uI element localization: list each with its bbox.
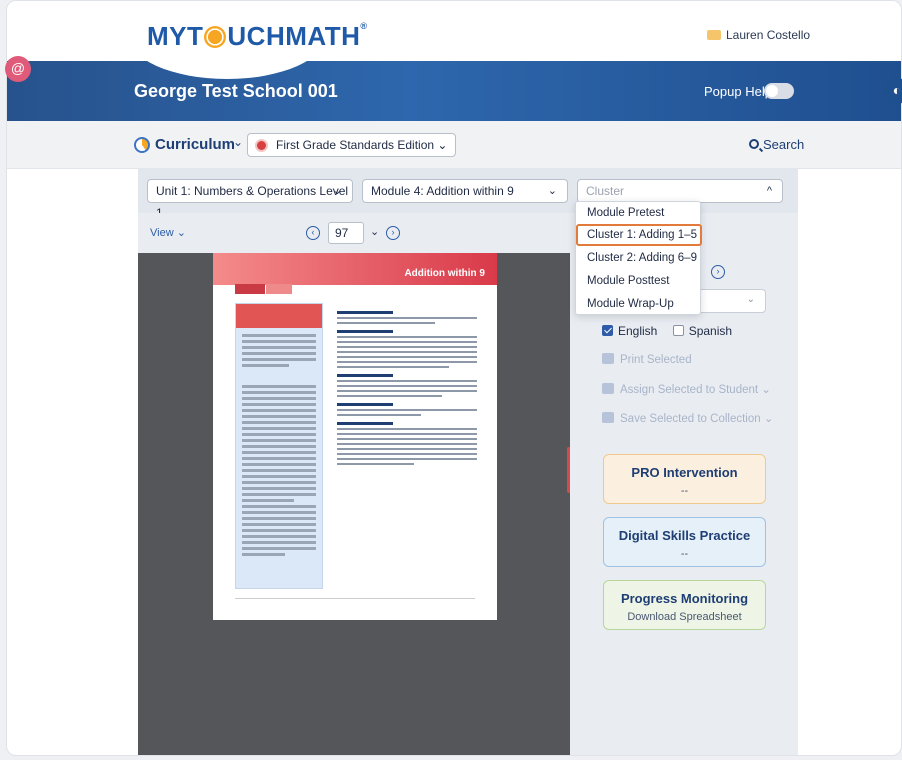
search-label: Search [763,137,805,152]
edit-icon [602,383,614,394]
popup-help-toggle[interactable] [764,83,794,99]
side-chat-icon[interactable]: @ [5,56,31,82]
module-select-value: Module 4: Addition within 9 [371,184,514,198]
document-page: Addition within 9 [213,253,573,620]
curriculum-bar: Curriculum ⌄ First Grade Standards Editi… [7,121,901,169]
pro-intervention-card[interactable]: PRO Intervention -- [603,454,766,504]
printer-icon [602,353,614,364]
previous-page-icon[interactable]: ‹ [306,226,320,240]
mytouchmath-logo[interactable]: MYT UCHMATH® [147,21,368,52]
school-icon [707,30,721,40]
toggle-knob [766,85,778,97]
user-name: Lauren Costello [726,28,811,42]
save-selected-button[interactable]: Save Selected to Collection ⌄ [602,411,773,425]
cluster-select[interactable]: Cluster ^ [577,179,783,203]
popup-help-label: Popup Help [704,84,772,99]
book-icon [602,412,614,423]
module-select[interactable]: Module 4: Addition within 9 ⌄ [362,179,568,203]
progress-monitoring-card[interactable]: Progress Monitoring Download Spreadsheet [603,580,766,630]
school-banner: George Test School 001 Popup Help [7,61,901,121]
unit-select[interactable]: Unit 1: Numbers & Operations Level 1⌄ [147,179,353,220]
cluster-select-placeholder: Cluster [586,184,625,198]
checkbox-empty-icon [672,325,684,336]
chevron-down-icon: ⌄ [547,185,557,197]
curriculum-menu[interactable]: Curriculum [155,136,235,153]
chevron-down-icon: ⌄ [332,185,342,197]
cluster-option[interactable]: Module Wrap-Up [576,293,702,315]
cluster-option[interactable]: Cluster 1: Adding 1–5 [576,224,702,246]
search-icon [749,139,759,149]
cluster-option[interactable]: Cluster 2: Adding 6–9 [576,247,702,269]
page-footer [235,598,475,606]
document-viewer[interactable]: Addition within 9 [138,253,573,755]
page-title: Addition within 9 [404,268,485,279]
edition-icon [255,139,268,152]
assign-selected-button[interactable]: Assign Selected to Student ⌄ [602,382,771,396]
school-name: George Test School 001 [134,81,338,101]
spanish-checkbox[interactable]: Spanish [672,324,732,338]
checkbox-checked-icon [602,325,613,336]
top-header: MYT UCHMATH® Lauren Costello [7,1,901,79]
chevron-down-icon: ⌄ [746,294,755,305]
app-window: MYT UCHMATH® Lauren Costello George Test … [6,0,902,756]
user-menu[interactable]: Lauren Costello [707,28,810,42]
resource-panel: › ⌄ English Spanish Print Selected Assig… [570,253,798,755]
digital-skills-practice-card[interactable]: Digital Skills Practice -- [603,517,766,567]
chevron-down-icon: ⌄ [437,138,448,152]
page-text-column [337,305,477,468]
view-menu[interactable]: View ⌄ [150,226,186,239]
print-selected-button[interactable]: Print Selected [602,353,692,366]
chevron-down-icon[interactable]: ⌄ [370,225,379,238]
page-side-panel [235,303,323,589]
edition-select[interactable]: First Grade Standards Edition ⌄ [247,133,457,157]
next-icon[interactable]: › [711,265,725,279]
cluster-option[interactable]: Module Pretest [576,202,702,224]
chevron-down-icon[interactable]: ⌄ [233,135,243,149]
page-number-select[interactable]: 97 [328,222,364,244]
cluster-dropdown-menu: Module Pretest Cluster 1: Adding 1–5 Clu… [575,201,702,315]
chevron-up-icon: ^ [766,185,772,197]
logo-o-icon [204,26,227,48]
page-tabs [235,284,293,296]
edition-label: First Grade Standards Edition [276,138,435,152]
english-checkbox[interactable]: English [602,324,657,338]
search-button[interactable]: Search [749,137,804,152]
page-header-band: Addition within 9 [213,253,497,285]
next-page-icon[interactable]: › [386,226,400,240]
language-options: English Spanish [602,324,732,338]
curriculum-icon [134,137,150,153]
cluster-option[interactable]: Module Posttest [576,270,702,292]
